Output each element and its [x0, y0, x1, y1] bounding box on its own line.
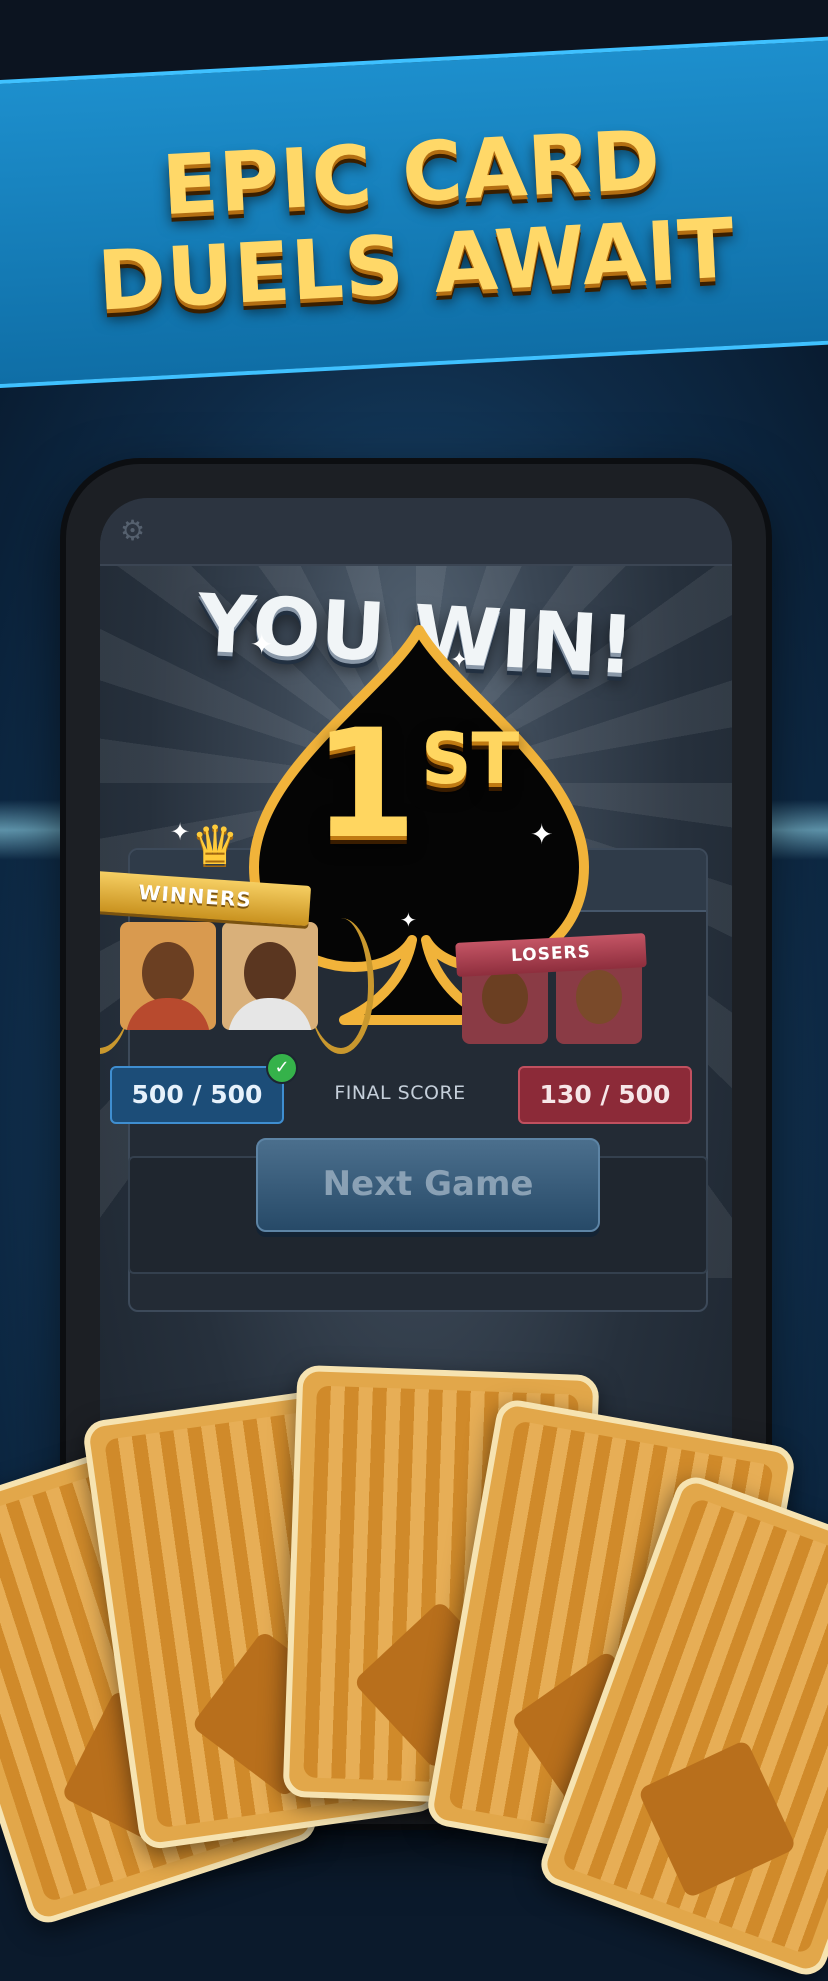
score-row: 500 / 500 ✓ FINAL SCORE 130 / 500	[100, 1052, 732, 1126]
top-bar: ⚙	[100, 498, 732, 566]
avatar	[120, 922, 216, 1030]
winner-score: 500 / 500	[110, 1066, 284, 1124]
avatar	[222, 922, 318, 1030]
winners-group: ♛ WINNERS	[100, 818, 374, 1078]
rank-suffix: ST	[421, 718, 520, 800]
losers-label: LOSERS	[510, 941, 592, 967]
next-game-button[interactable]: Next Game	[256, 1138, 600, 1232]
winners-ribbon: WINNERS	[100, 870, 312, 926]
gear-icon[interactable]: ⚙	[120, 516, 150, 546]
final-score-label: FINAL SCORE	[334, 1082, 466, 1104]
sparkle-icon: ✦	[400, 908, 417, 932]
crown-icon: ♛	[190, 814, 240, 877]
loser-score: 130 / 500	[518, 1066, 692, 1124]
sparkle-icon: ✦	[250, 628, 274, 661]
rank-number: 1	[312, 698, 418, 872]
winners-label: WINNERS	[137, 880, 253, 912]
check-icon: ✓	[266, 1052, 298, 1084]
sparkle-icon: ✦	[450, 648, 469, 673]
sparkle-icon: ✦	[530, 818, 554, 851]
avatar	[556, 960, 642, 1044]
losers-group: LOSERS	[455, 933, 656, 1058]
